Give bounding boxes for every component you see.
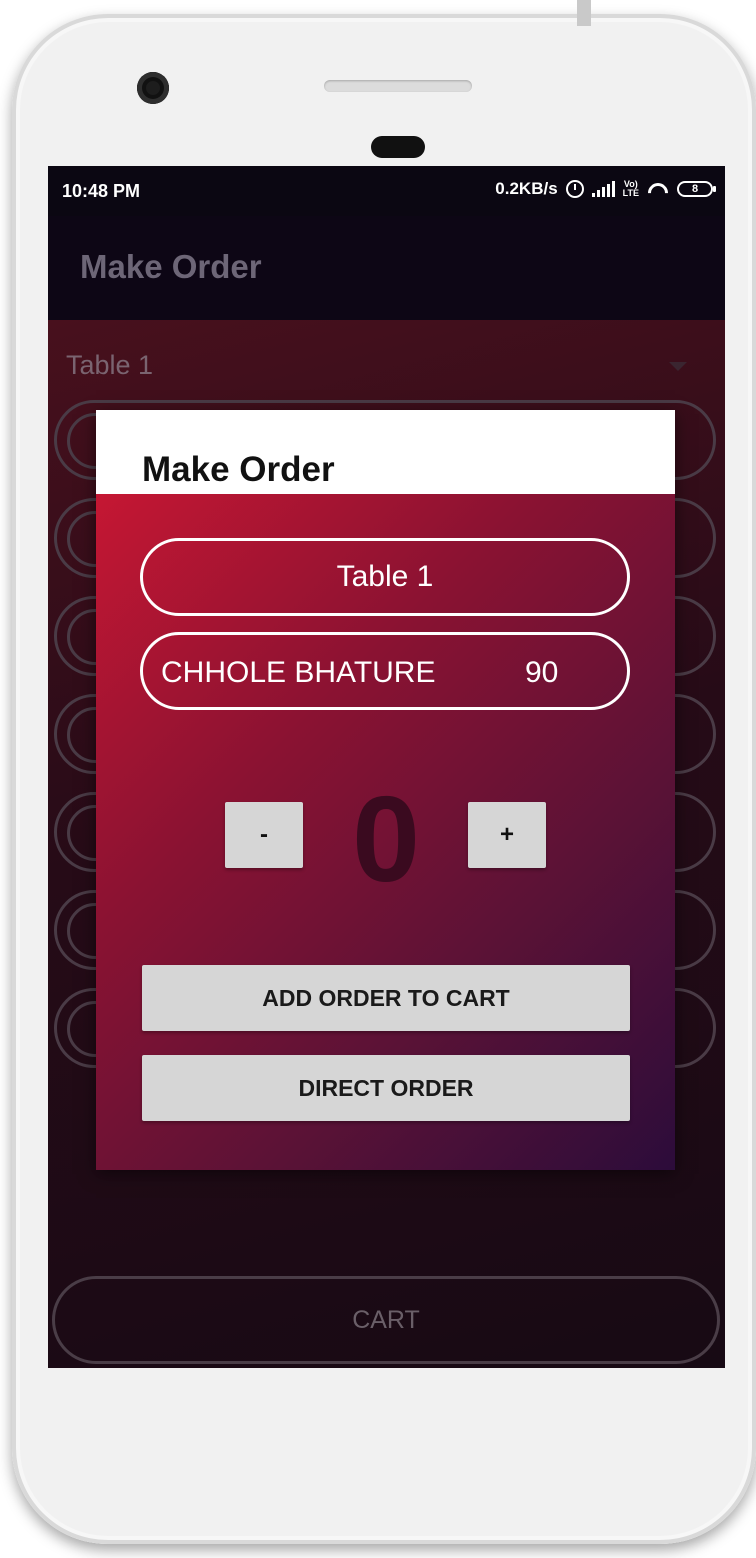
battery-level: 8 bbox=[691, 183, 699, 195]
wifi-icon bbox=[647, 181, 669, 197]
item-name: CHHOLE BHATURE bbox=[161, 656, 436, 689]
dialog-body: Table 1 CHHOLE BHATURE 90 - 0 + ADD ORDE… bbox=[96, 494, 675, 1170]
add-order-to-cart-button[interactable]: ADD ORDER TO CART bbox=[142, 965, 630, 1031]
table-spinner[interactable]: Table 1 bbox=[66, 350, 153, 381]
decrease-quantity-button[interactable]: - bbox=[225, 802, 303, 868]
cart-button[interactable]: CART bbox=[52, 1276, 720, 1364]
volte-icon: Vo) LTE bbox=[622, 179, 639, 198]
earpiece-speaker bbox=[324, 80, 472, 92]
quantity-value: 0 bbox=[352, 771, 420, 907]
alarm-icon bbox=[565, 180, 584, 198]
app-toolbar: Make Order bbox=[48, 216, 725, 320]
dialog-title: Make Order bbox=[142, 450, 335, 489]
item-field: CHHOLE BHATURE 90 bbox=[140, 632, 630, 710]
network-speed: 0.2KB/s bbox=[495, 179, 558, 198]
phone-side-button bbox=[577, 0, 591, 26]
proximity-sensor bbox=[371, 136, 425, 158]
battery-icon: 8 bbox=[677, 181, 716, 197]
dropdown-arrow-icon[interactable] bbox=[669, 362, 687, 371]
toolbar-title: Make Order bbox=[80, 248, 262, 285]
dialog-header: Make Order bbox=[96, 410, 675, 494]
signal-icon bbox=[591, 181, 615, 197]
item-price: 90 bbox=[525, 656, 559, 689]
front-camera bbox=[137, 72, 169, 104]
status-bar: 10:48 PM 0.2KB/s Vo) LTE 8 bbox=[48, 166, 725, 216]
status-time: 10:48 PM bbox=[62, 181, 141, 201]
direct-order-button[interactable]: DIRECT ORDER bbox=[142, 1055, 630, 1121]
increase-quantity-button[interactable]: + bbox=[468, 802, 546, 868]
status-icons: 0.2KB/s Vo) LTE 8 bbox=[495, 179, 716, 199]
make-order-dialog: Make Order Table 1 CHHOLE BHATURE 90 - 0… bbox=[96, 410, 675, 1170]
table-field: Table 1 bbox=[140, 538, 630, 616]
